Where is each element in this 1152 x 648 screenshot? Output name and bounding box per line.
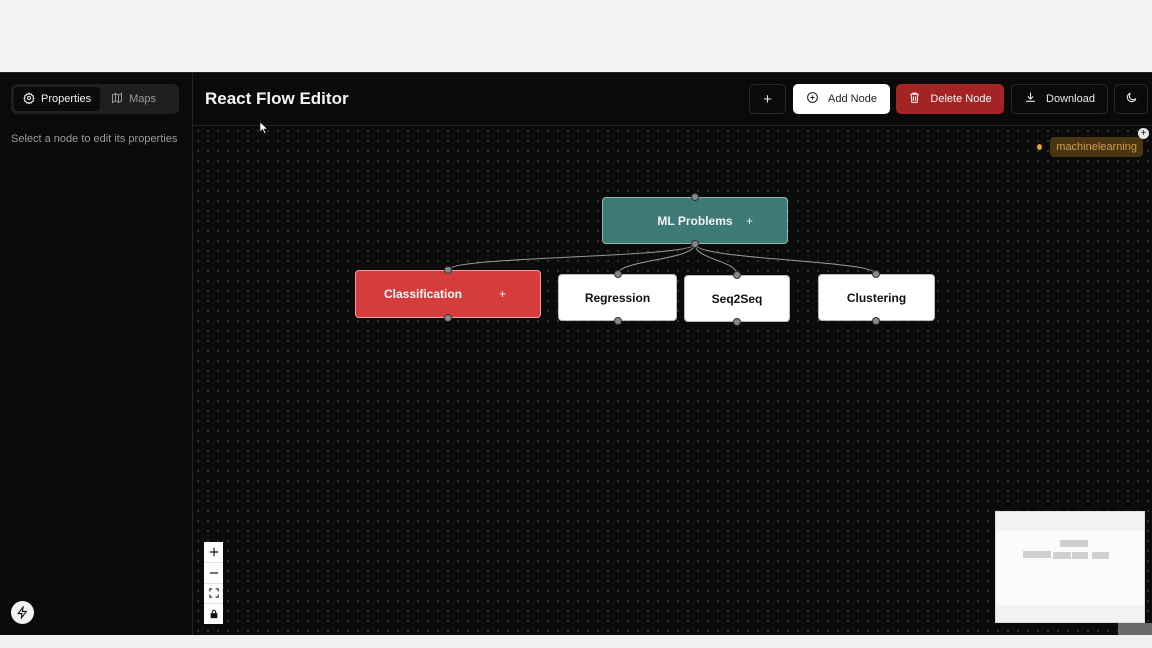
theme-toggle-button[interactable]	[1114, 84, 1148, 114]
add-map-icon[interactable]: +	[1138, 128, 1149, 139]
zoom-controls	[204, 542, 223, 624]
minimap-node	[1023, 551, 1051, 558]
add-child-button[interactable]: +	[499, 287, 506, 301]
lock-icon	[210, 609, 217, 619]
page-bottom	[0, 635, 1152, 648]
handle-top[interactable]	[614, 270, 622, 278]
node-label: Classification	[383, 287, 463, 301]
zoom-out-button[interactable]	[204, 563, 223, 584]
minimap-node	[1060, 540, 1088, 547]
minimap-node	[1092, 552, 1109, 559]
edge-classification	[447, 243, 696, 271]
minus-icon	[209, 572, 218, 574]
delete-node-button[interactable]: Delete Node	[896, 84, 1004, 114]
node-classification[interactable]: Classification +	[355, 270, 541, 318]
tab-properties[interactable]: Properties	[14, 87, 101, 111]
tab-maps[interactable]: Maps	[102, 87, 165, 111]
plus-icon	[209, 547, 218, 557]
add-child-button[interactable]: +	[746, 214, 753, 228]
fit-view-icon	[208, 588, 219, 599]
map-icon	[111, 92, 123, 107]
toolbar: React Flow Editor + Add Node Delete Node…	[193, 73, 1152, 126]
handle-top[interactable]	[872, 270, 880, 278]
mouse-cursor-icon	[260, 122, 268, 134]
gear-icon	[23, 91, 35, 107]
node-clustering[interactable]: Clustering	[818, 274, 935, 321]
map-name-badge: machinelearning	[1050, 137, 1143, 157]
zoom-in-button[interactable]	[204, 542, 223, 563]
plus-circle-icon	[806, 91, 819, 107]
plus-button[interactable]: +	[749, 84, 786, 114]
handle-top[interactable]	[691, 193, 699, 201]
add-node-label: Add Node	[828, 93, 877, 105]
moon-icon	[1125, 91, 1138, 107]
fit-view-button[interactable]	[204, 584, 223, 605]
minimap-node	[1072, 552, 1088, 559]
node-regression[interactable]: Regression	[558, 274, 677, 321]
download-label: Download	[1046, 93, 1095, 105]
trash-icon	[908, 91, 921, 107]
map-tag[interactable]: machinelearning	[1031, 132, 1143, 162]
add-node-button[interactable]: Add Node	[793, 84, 890, 114]
bolt-icon[interactable]	[11, 601, 34, 624]
sidebar: Properties Maps Select a node to edit it…	[0, 73, 193, 636]
delete-node-label: Delete Node	[930, 93, 992, 105]
download-button[interactable]: Download	[1011, 84, 1108, 114]
download-icon	[1024, 91, 1037, 107]
sidebar-tabs: Properties Maps	[11, 84, 179, 114]
node-label: ML Problems	[657, 213, 733, 228]
tab-properties-label: Properties	[41, 93, 92, 105]
plus-label: +	[763, 90, 772, 108]
edge-clustering	[694, 243, 877, 275]
handle-bottom[interactable]	[614, 317, 622, 325]
node-label: Seq2Seq	[711, 291, 763, 306]
node-seq2seq[interactable]: Seq2Seq	[684, 275, 790, 322]
status-dot	[1037, 144, 1043, 150]
node-ml-problems[interactable]: ML Problems +	[602, 197, 788, 244]
handle-top[interactable]	[733, 271, 741, 279]
minimap-node	[1053, 552, 1071, 559]
handle-top[interactable]	[444, 266, 452, 274]
tab-maps-label: Maps	[129, 93, 157, 105]
lock-button[interactable]	[204, 604, 223, 624]
node-label: Regression	[584, 290, 651, 305]
flow-canvas[interactable]: ML Problems + Classification + Regressio…	[193, 126, 1152, 636]
handle-bottom[interactable]	[872, 317, 880, 325]
handle-bottom[interactable]	[733, 318, 741, 326]
minimap[interactable]	[995, 511, 1145, 623]
properties-hint: Select a node to edit its properties	[11, 133, 178, 145]
node-label: Clustering	[846, 290, 907, 305]
handle-bottom[interactable]	[444, 314, 452, 322]
handle-bottom[interactable]	[691, 240, 699, 248]
page-title: React Flow Editor	[205, 89, 349, 108]
app-window: Properties Maps Select a node to edit it…	[0, 72, 1152, 636]
